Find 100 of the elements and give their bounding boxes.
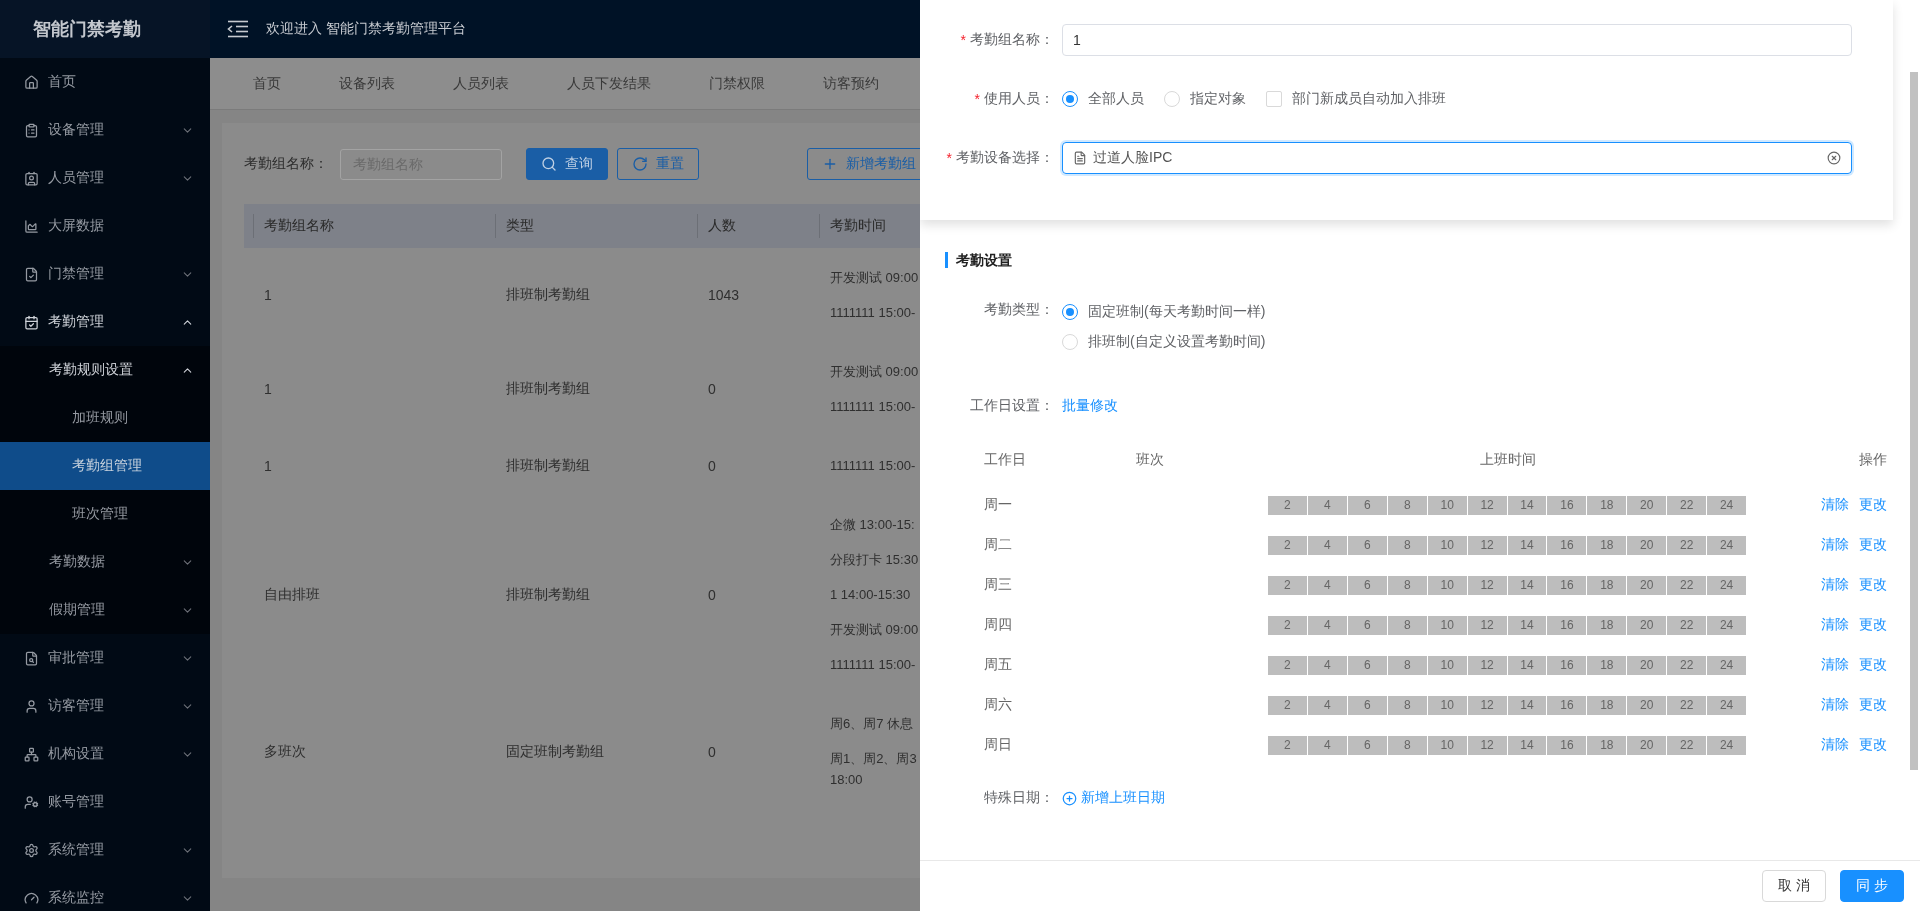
action-link[interactable]: 更改: [1859, 576, 1887, 594]
hour-cell: 12: [1467, 615, 1507, 635]
sidebar-item[interactable]: 加班规则: [0, 394, 210, 442]
cancel-button[interactable]: 取 消: [1762, 870, 1827, 902]
action-link[interactable]: 更改: [1859, 496, 1887, 514]
field-label: 考勤设备选择：: [956, 149, 1054, 167]
action-link[interactable]: 清除: [1821, 576, 1849, 594]
sidebar-item[interactable]: 首页: [0, 58, 210, 106]
sidebar-item[interactable]: 考勤数据: [0, 538, 210, 586]
action-link[interactable]: 更改: [1859, 616, 1887, 634]
hour-cell: 12: [1467, 495, 1507, 515]
action-link[interactable]: 清除: [1821, 496, 1849, 514]
action-link[interactable]: 清除: [1821, 736, 1849, 754]
radio-option[interactable]: 固定班制(每天考勤时间一样): [1062, 301, 1266, 323]
file-search-icon: [24, 650, 39, 666]
column-header: 人数: [697, 214, 819, 238]
hour-cell: 14: [1507, 695, 1547, 715]
batch-edit-link[interactable]: 批量修改: [1062, 397, 1118, 415]
checkbox-option[interactable]: 部门新成员自动加入排班: [1266, 88, 1446, 110]
hour-cell: 18: [1587, 695, 1627, 715]
hour-cell: 20: [1627, 695, 1667, 715]
sidebar-item[interactable]: 班次管理: [0, 490, 210, 538]
file-check-icon: [24, 266, 39, 282]
sidebar-item[interactable]: 账号管理: [0, 778, 210, 826]
weekday-label: 周日: [984, 736, 1013, 754]
sidebar-item[interactable]: 审批管理: [0, 634, 210, 682]
scrollbar-thumb[interactable]: [1910, 72, 1918, 770]
hour-cell: 18: [1587, 495, 1627, 515]
table-cell-text: 0: [707, 586, 717, 603]
radio-option[interactable]: 排班制(自定义设置考勤时间): [1062, 331, 1266, 353]
action-link[interactable]: 更改: [1859, 536, 1887, 554]
table-cell-text: 1: [263, 457, 273, 474]
hour-cell: 14: [1507, 615, 1547, 635]
hour-cell: 14: [1507, 575, 1547, 595]
nav-tab[interactable]: 首页: [253, 74, 281, 93]
clear-icon[interactable]: [1827, 151, 1841, 165]
action-link[interactable]: 更改: [1859, 656, 1887, 674]
nav-tab[interactable]: 人员列表: [453, 74, 509, 93]
sidebar-item[interactable]: 系统监控: [0, 874, 210, 911]
menu-icon[interactable]: [227, 20, 249, 38]
table-cell-text: 自由排班: [263, 585, 321, 604]
hour-cell: 24: [1707, 655, 1747, 675]
radio-option[interactable]: 全部人员: [1062, 88, 1144, 110]
hour-cell: 24: [1707, 695, 1747, 715]
nav-tab[interactable]: 设备列表: [339, 74, 395, 93]
section-title: 考勤设置: [945, 252, 1012, 268]
sidebar-item[interactable]: 考勤管理: [0, 298, 210, 346]
sidebar-item[interactable]: 人员管理: [0, 154, 210, 202]
hour-cell: 20: [1627, 735, 1667, 755]
hour-cell: 8: [1387, 535, 1427, 555]
weekday-label: 周四: [984, 616, 1013, 634]
action-link[interactable]: 更改: [1859, 696, 1887, 714]
sidebar-item[interactable]: 考勤组管理: [0, 442, 210, 490]
sidebar-item-label: 账号管理: [48, 793, 105, 811]
calendar-icon: [24, 314, 39, 330]
radio-option[interactable]: 指定对象: [1164, 88, 1246, 110]
table-cell-text: 1: [263, 381, 273, 397]
house-icon: [24, 74, 39, 90]
sidebar-item[interactable]: 系统管理: [0, 826, 210, 874]
device-tag: 过道人脸IPC: [1093, 149, 1821, 167]
sidebar-item[interactable]: 门禁管理: [0, 250, 210, 298]
sidebar-item[interactable]: 机构设置: [0, 730, 210, 778]
nav-tab[interactable]: 访客预约: [823, 74, 879, 93]
sidebar-item[interactable]: 考勤规则设置: [0, 346, 210, 394]
nav-tab[interactable]: 人员下发结果: [567, 74, 651, 93]
clipboard-icon: [24, 122, 39, 138]
sync-button[interactable]: 同 步: [1840, 870, 1904, 902]
hour-cell: 24: [1707, 495, 1747, 515]
search-label: 考勤组名称：: [244, 155, 328, 173]
hour-cell: 14: [1507, 495, 1547, 515]
hour-cell: 6: [1347, 615, 1387, 635]
group-name-field[interactable]: 1: [1062, 24, 1852, 56]
area-chart-icon: [24, 218, 39, 234]
sidebar-item[interactable]: 设备管理: [0, 106, 210, 154]
action-link[interactable]: 清除: [1821, 536, 1849, 554]
action-link[interactable]: 更改: [1859, 736, 1887, 754]
hour-cell: 2: [1268, 535, 1307, 555]
hour-cell: 8: [1387, 735, 1427, 755]
hour-cell: 4: [1307, 615, 1347, 635]
sidebar-item-label: 加班规则: [72, 409, 129, 427]
action-link[interactable]: 清除: [1821, 656, 1849, 674]
sidebar-item[interactable]: 大屏数据: [0, 202, 210, 250]
toolbar-button[interactable]: 查询: [526, 148, 608, 180]
settings-icon: [24, 842, 39, 858]
field-label: 考勤类型：: [984, 301, 1054, 319]
sidebar-item[interactable]: 假期管理: [0, 586, 210, 634]
action-link[interactable]: 清除: [1821, 696, 1849, 714]
hour-cell: 20: [1627, 615, 1667, 635]
action-link[interactable]: 清除: [1821, 616, 1849, 634]
add-icon[interactable]: [1062, 790, 1077, 806]
add-date-link[interactable]: 新增上班日期: [1081, 789, 1165, 807]
column-header: 考勤组名称: [253, 214, 495, 238]
hour-cell: 10: [1427, 615, 1467, 635]
hour-cell: 14: [1507, 655, 1547, 675]
nav-tab[interactable]: 门禁权限: [709, 74, 765, 93]
hour-cell: 6: [1347, 535, 1387, 555]
hour-cell: 2: [1268, 655, 1307, 675]
column-header: 类型: [495, 214, 697, 238]
device-select[interactable]: 过道人脸IPC: [1062, 142, 1852, 174]
sidebar-item[interactable]: 访客管理: [0, 682, 210, 730]
